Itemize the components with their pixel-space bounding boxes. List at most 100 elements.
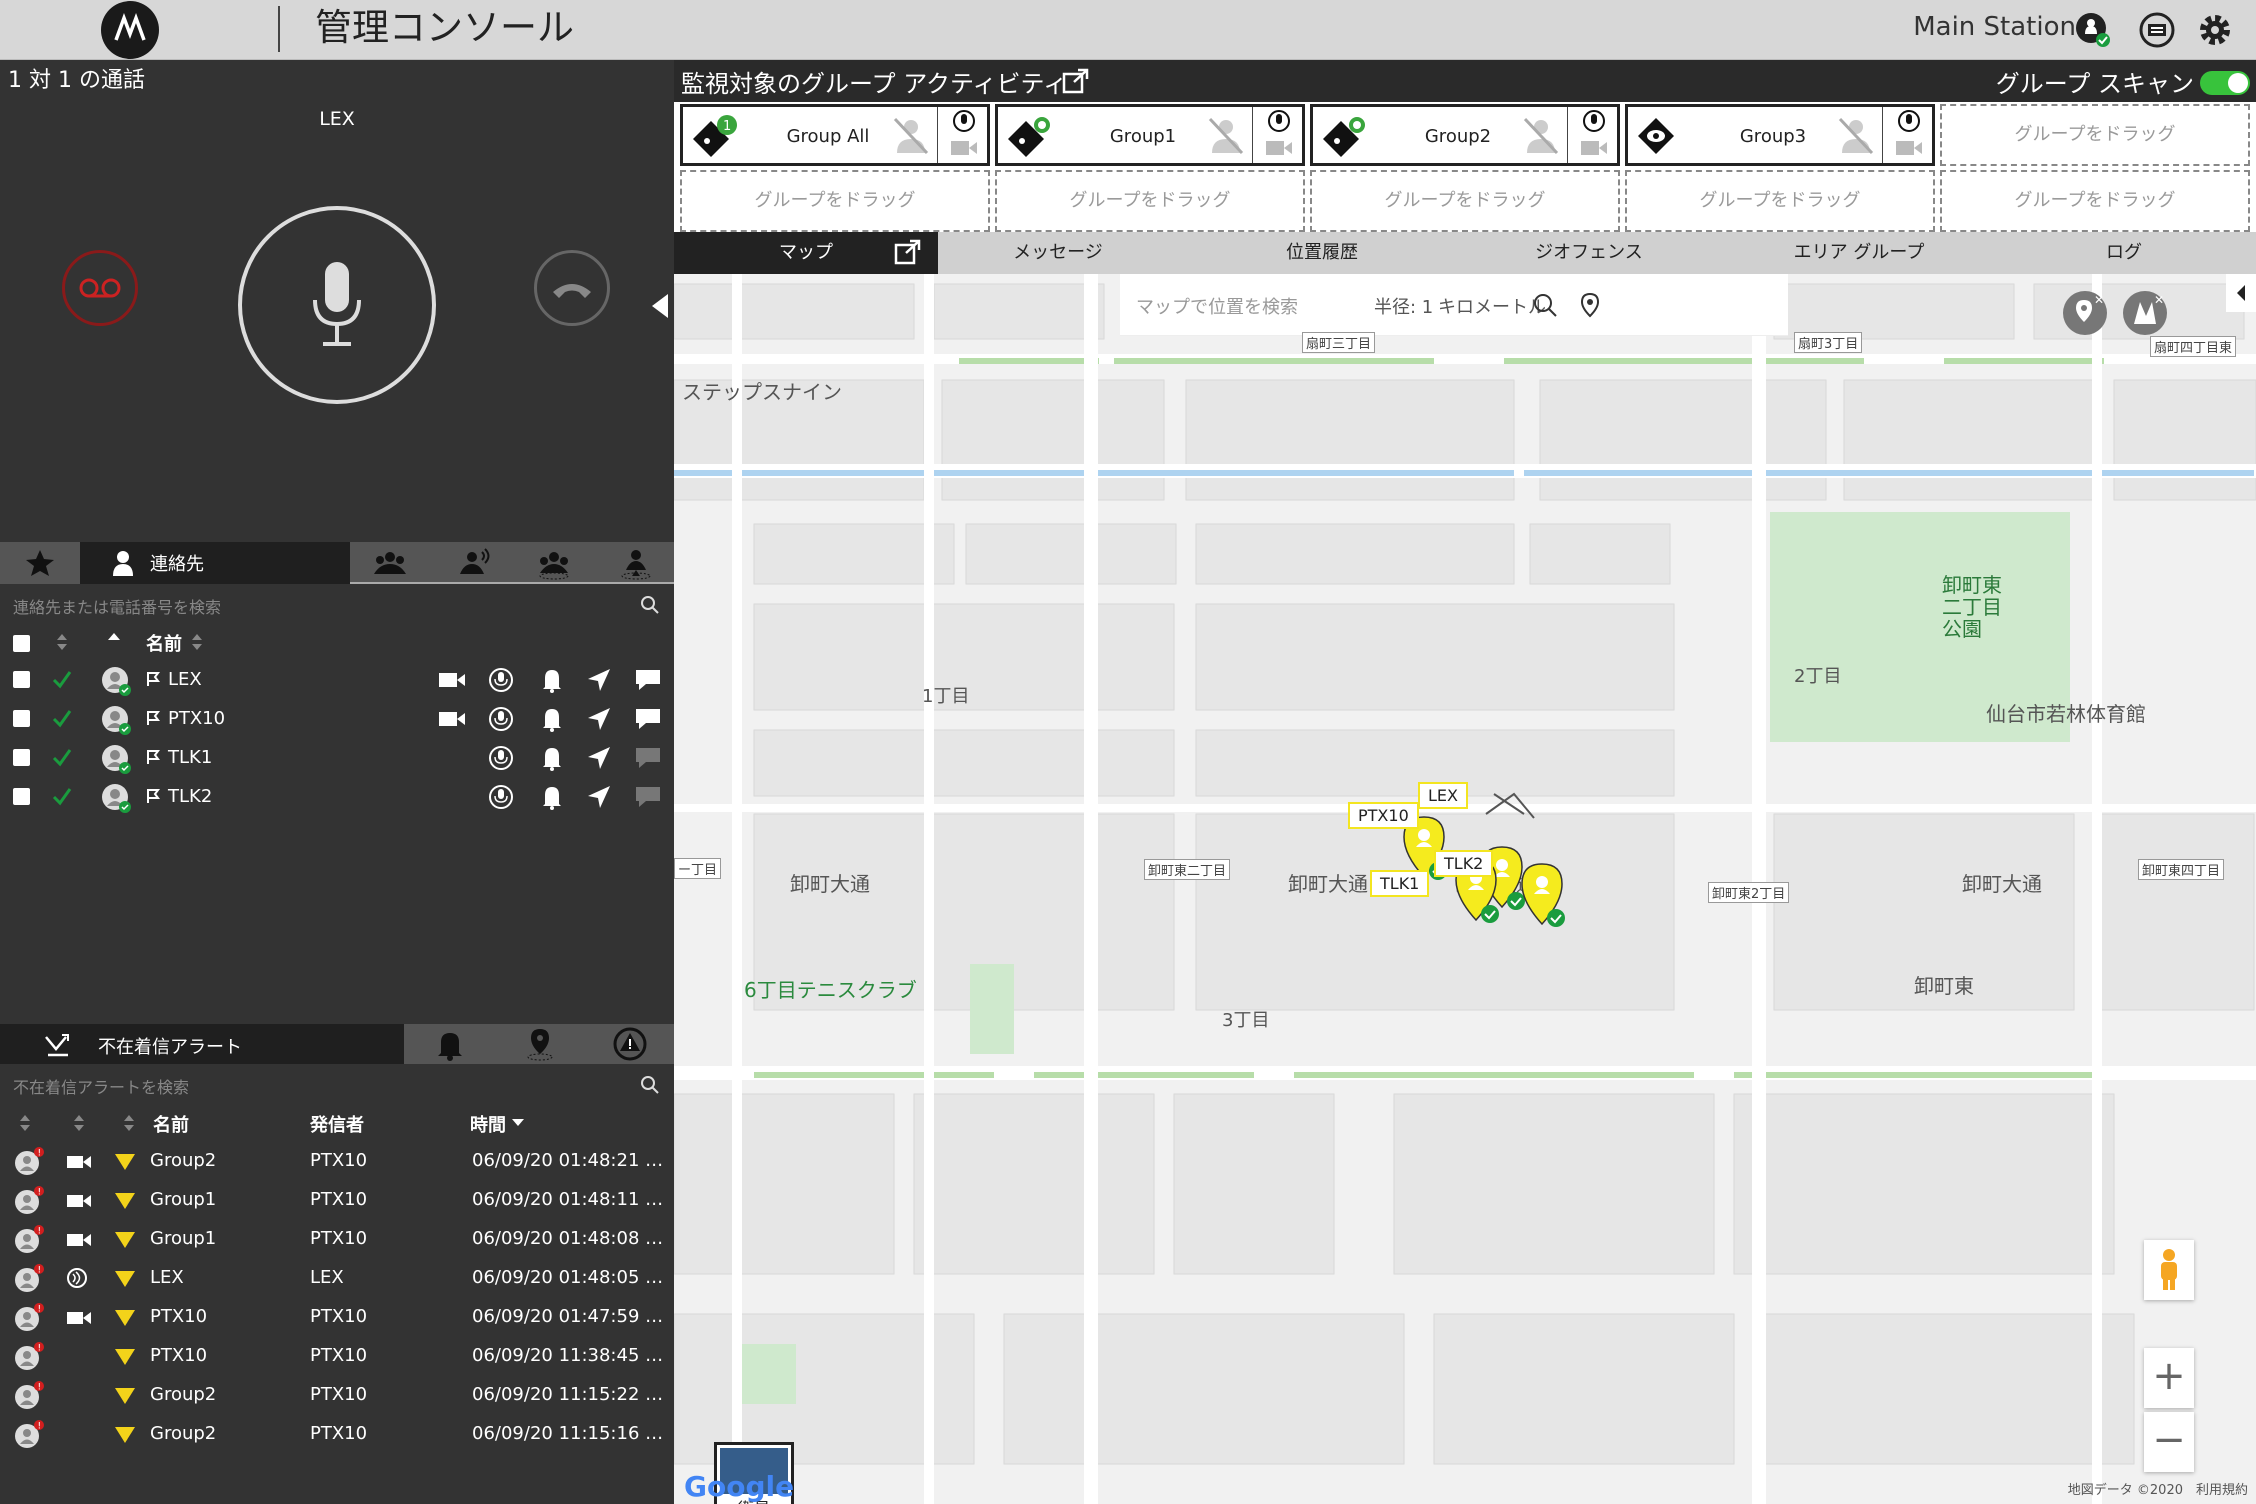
group-drop-slot[interactable]: グループをドラッグ: [1940, 104, 2250, 166]
contact-checkbox[interactable]: [13, 671, 30, 688]
send-location-icon[interactable]: [586, 667, 612, 693]
alert-name-header[interactable]: 名前: [153, 1111, 189, 1137]
ptt-call-icon[interactable]: [488, 667, 514, 693]
ptt-call-icon[interactable]: [488, 745, 514, 771]
map-search-bar[interactable]: マップで位置を検索 半径: 1 キロメートル: [1120, 274, 1788, 336]
group-drop-slot[interactable]: グループをドラッグ: [680, 170, 990, 232]
search-icon[interactable]: [1532, 292, 1558, 318]
emergency-bell-icon[interactable]: [432, 1027, 468, 1061]
map-panel-collapse[interactable]: [2226, 274, 2256, 312]
location-alert-icon[interactable]: [522, 1027, 558, 1061]
contact-checkbox[interactable]: [13, 788, 30, 805]
group-drop-slot[interactable]: グループをドラッグ: [1625, 170, 1935, 232]
map-tab[interactable]: マップ: [674, 232, 938, 274]
send-location-icon[interactable]: [586, 706, 612, 732]
alert-row[interactable]: ! PTX10 PTX10 06/09/20 01:47:59 …: [0, 1297, 674, 1336]
alert-row[interactable]: ! Group1 PTX10 06/09/20 01:48:11 …: [0, 1180, 674, 1219]
map-tab[interactable]: 位置履歴: [1192, 232, 1452, 274]
location-pin-icon[interactable]: [1578, 292, 1602, 318]
select-all-checkbox[interactable]: [13, 635, 30, 652]
map-pin-label[interactable]: TLK1: [1370, 870, 1430, 897]
alert-row[interactable]: ! Group2 PTX10 06/09/20 01:48:21 …: [0, 1141, 674, 1180]
video-call-icon[interactable]: [438, 710, 466, 728]
map-tab[interactable]: ジオフェンス: [1454, 232, 1724, 274]
ptt-icon[interactable]: [1577, 109, 1611, 133]
contact-row[interactable]: TLK2: [0, 777, 674, 816]
send-location-icon[interactable]: [586, 745, 612, 771]
video-call-icon[interactable]: [438, 671, 466, 689]
voicemail-button[interactable]: [62, 250, 138, 326]
alert-row[interactable]: ! Group1 PTX10 06/09/20 01:48:08 …: [0, 1219, 674, 1258]
contact-checkbox[interactable]: [13, 749, 30, 766]
contact-checkbox[interactable]: [13, 710, 30, 727]
station-status-icon[interactable]: [2072, 9, 2114, 51]
video-disabled-icon[interactable]: [1579, 137, 1609, 159]
zoom-out-button[interactable]: −: [2144, 1412, 2194, 1472]
map-pin-label[interactable]: LEX: [1418, 782, 1468, 809]
ptt-microphone-button[interactable]: [238, 206, 436, 404]
ptt-icon[interactable]: [1892, 109, 1926, 133]
ptt-call-icon[interactable]: [488, 784, 514, 810]
radio-location-pin-icon[interactable]: [1520, 862, 1566, 928]
ptt-icon[interactable]: [1262, 109, 1296, 133]
alerts-search[interactable]: 不在着信アラートを検索: [0, 1066, 674, 1102]
ptt-icon[interactable]: [947, 109, 981, 133]
settings-gear-icon[interactable]: [2194, 9, 2236, 51]
radius-unit[interactable]: キロメートル: [1438, 293, 1546, 319]
map-tab[interactable]: ログ: [1992, 232, 2256, 274]
zoom-in-button[interactable]: +: [2144, 1348, 2194, 1408]
group-drop-slot[interactable]: グループをドラッグ: [1940, 170, 2250, 232]
map-view[interactable]: マップで位置を検索 半径: 1 キロメートル 扇町三丁目 扇町3丁目 扇町四丁目東ス…: [674, 274, 2256, 1504]
tab-missed-alerts[interactable]: 不在着信アラート: [0, 1024, 404, 1064]
alert-bell-icon[interactable]: [540, 706, 564, 732]
popout-icon[interactable]: [894, 239, 922, 265]
alert-time-header[interactable]: 時間: [470, 1111, 506, 1137]
ptt-call-icon[interactable]: [488, 706, 514, 732]
group-cell[interactable]: Group3: [1625, 104, 1935, 166]
map-search-input[interactable]: マップで位置を検索: [1136, 293, 1298, 319]
alert-bell-icon[interactable]: [540, 667, 564, 693]
contact-row[interactable]: PTX10: [0, 699, 674, 738]
end-call-button[interactable]: [534, 250, 610, 326]
video-disabled-icon[interactable]: [949, 137, 979, 159]
dynamic-group-icon[interactable]: [536, 546, 572, 580]
mute-speaker-icon[interactable]: [1836, 115, 1876, 157]
contacts-search-input[interactable]: 連絡先または電話番号を検索: [13, 594, 221, 618]
alert-row[interactable]: ! PTX10 PTX10 06/09/20 11:38:45 …: [0, 1336, 674, 1375]
popout-icon[interactable]: [1062, 68, 1090, 94]
group-cell[interactable]: Group2: [1310, 104, 1620, 166]
map-pin-label[interactable]: PTX10: [1348, 802, 1419, 829]
group-scan-toggle[interactable]: [2200, 71, 2250, 95]
map-tab[interactable]: エリア グループ: [1726, 232, 1992, 274]
alert-row[interactable]: ! Group2 PTX10 06/09/20 11:15:22 …: [0, 1375, 674, 1414]
map-copyright[interactable]: 地図データ ©2020 利用規約: [2068, 1479, 2248, 1498]
group-cell[interactable]: 1 Group All: [680, 104, 990, 166]
tab-favorites[interactable]: [0, 542, 80, 584]
collapse-arrow-icon[interactable]: [652, 294, 668, 318]
tab-contacts[interactable]: 連絡先: [80, 542, 350, 584]
clear-geofence-icon[interactable]: ✕: [2120, 288, 2170, 338]
name-column-header[interactable]: 名前: [146, 630, 182, 656]
group-icon[interactable]: [372, 546, 408, 580]
mute-speaker-icon[interactable]: [1206, 115, 1246, 157]
group-drop-slot[interactable]: グループをドラッグ: [995, 170, 1305, 232]
contact-row[interactable]: LEX: [0, 660, 674, 699]
area-group-icon[interactable]: [618, 546, 654, 580]
message-icon[interactable]: [634, 784, 662, 810]
group-drop-slot[interactable]: グループをドラッグ: [1310, 170, 1620, 232]
contact-row[interactable]: TLK1: [0, 738, 674, 777]
alert-bell-icon[interactable]: [540, 745, 564, 771]
message-icon[interactable]: [634, 706, 662, 732]
message-icon[interactable]: [634, 667, 662, 693]
alerts-search-input[interactable]: 不在着信アラートを検索: [13, 1074, 189, 1098]
alert-bell-icon[interactable]: [540, 784, 564, 810]
mute-speaker-icon[interactable]: [1521, 115, 1561, 157]
group-cell[interactable]: Group1: [995, 104, 1305, 166]
alert-row[interactable]: ! LEX LEX 06/09/20 01:48:05 …: [0, 1258, 674, 1297]
send-location-icon[interactable]: [586, 784, 612, 810]
map-tab[interactable]: メッセージ: [928, 232, 1188, 274]
video-disabled-icon[interactable]: [1894, 137, 1924, 159]
mute-speaker-icon[interactable]: [891, 115, 931, 157]
talkgroup-broadcast-icon[interactable]: [454, 546, 490, 580]
street-view-button[interactable]: [2144, 1240, 2194, 1300]
